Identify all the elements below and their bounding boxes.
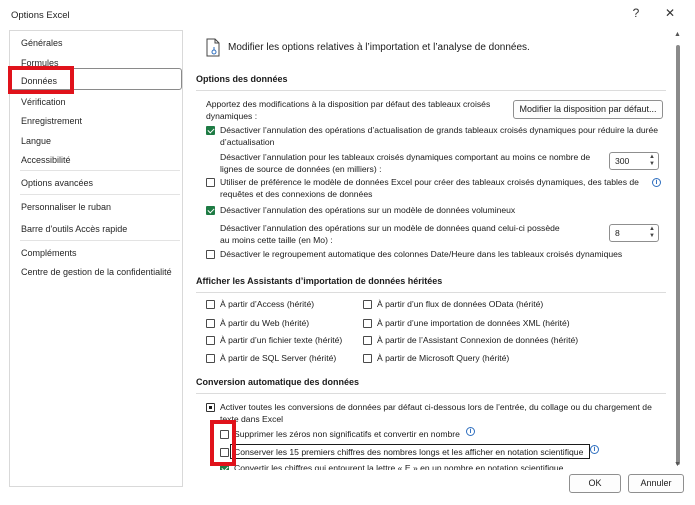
section-title-data-options: Options des données	[196, 74, 288, 84]
sidebar-item-verification[interactable]: Vérification	[21, 97, 66, 107]
disable-auto-grouping-label: Désactiver le regroupement automatique d…	[220, 249, 623, 259]
sidebar-item-personnaliser-ruban[interactable]: Personnaliser le ruban	[21, 202, 111, 212]
legacy-xml-checkbox[interactable]	[363, 319, 372, 328]
sidebar-item-complements[interactable]: Compléments	[21, 248, 77, 258]
scroll-down-icon[interactable]: ▼	[674, 461, 681, 468]
legacy-web-label: À partir du Web (hérité)	[220, 318, 310, 328]
vertical-scrollbar[interactable]: ▲ ▼	[673, 31, 683, 469]
legacy-odata-checkbox[interactable]	[363, 300, 372, 309]
legacy-access-checkbox[interactable]	[206, 300, 215, 309]
ok-button[interactable]: OK	[569, 474, 621, 493]
keep-15-digits-label: Conserver les 15 premiers chiffres des n…	[234, 447, 584, 457]
disable-undo-rows-label: Désactiver l’annulation pour les tableau…	[220, 152, 591, 174]
data-options-icon	[206, 38, 220, 57]
section-title-legacy-wizards: Afficher les Assistants d’importation de…	[196, 276, 443, 286]
sidebar-divider	[20, 194, 180, 195]
sidebar-item-enregistrement[interactable]: Enregistrement	[21, 116, 82, 126]
section-divider	[196, 393, 666, 394]
remove-leading-zeros-label: Supprimer les zéros non significatifs et…	[234, 429, 460, 439]
sidebar-divider	[20, 170, 180, 171]
sidebar-item-accessibilite[interactable]: Accessibilité	[21, 155, 71, 165]
prefer-data-model-checkbox[interactable]	[206, 178, 215, 187]
legacy-odata-label: À partir d’un flux de données OData (hér…	[377, 299, 544, 309]
sidebar-item-generales[interactable]: Générales	[21, 38, 63, 48]
legacy-ms-query-checkbox[interactable]	[363, 354, 372, 363]
legacy-text-label: À partir d’un fichier texte (hérité)	[220, 335, 343, 345]
close-icon[interactable]: ✕	[660, 6, 680, 20]
legacy-ms-query-label: À partir de Microsoft Query (hérité)	[377, 353, 510, 363]
cancel-button[interactable]: Annuler	[628, 474, 684, 493]
sidebar-item-langue[interactable]: Langue	[21, 136, 51, 146]
highlight-box-donnees	[8, 66, 74, 94]
section-divider	[196, 292, 666, 293]
legacy-connection-wizard-checkbox[interactable]	[363, 336, 372, 345]
info-icon[interactable]: i	[590, 445, 599, 454]
enable-all-conversions-label: Activer toutes les conversions de donnée…	[220, 402, 652, 424]
pivot-rows-threshold-spinner[interactable]: 300 ▲ ▼	[609, 152, 659, 170]
scrollbar-thumb[interactable]	[676, 45, 680, 465]
disable-auto-grouping-checkbox[interactable]	[206, 250, 215, 259]
convert-e-notation-label: Convertir les chiffres qui entourent la …	[234, 463, 564, 470]
legacy-web-checkbox[interactable]	[206, 319, 215, 328]
info-icon[interactable]: i	[466, 427, 475, 436]
spinner-arrows-icon[interactable]: ▲ ▼	[649, 226, 655, 240]
prefer-data-model-label: Utiliser de préférence le modèle de donn…	[220, 177, 639, 199]
spinner-arrows-icon[interactable]: ▲ ▼	[649, 154, 655, 168]
info-icon[interactable]: i	[652, 178, 661, 187]
legacy-access-label: À partir d’Access (hérité)	[220, 299, 315, 309]
model-size-threshold-value: 8	[615, 228, 620, 238]
legacy-sql-checkbox[interactable]	[206, 354, 215, 363]
section-title-auto-conversion: Conversion automatique des données	[196, 377, 360, 387]
pivot-rows-threshold-value: 300	[615, 156, 630, 166]
legacy-xml-label: À partir d’une importation de données XM…	[377, 318, 570, 328]
legacy-connection-wizard-label: À partir de l’Assistant Connexion de don…	[377, 335, 579, 345]
window-title: Options Excel	[11, 10, 70, 21]
disable-undo-model-size-label: Désactiver l’annulation des opérations s…	[220, 223, 560, 245]
legacy-text-checkbox[interactable]	[206, 336, 215, 345]
sidebar-item-options-avancees[interactable]: Options avancées	[21, 178, 93, 188]
edit-default-layout-button[interactable]: Modifier la disposition par défaut...	[513, 100, 663, 119]
enable-all-conversions-checkbox[interactable]	[206, 403, 215, 412]
disable-undo-large-pivot-checkbox[interactable]	[206, 126, 215, 135]
sidebar-item-barre-acces-rapide[interactable]: Barre d'outils Accès rapide	[21, 224, 127, 234]
scroll-up-icon[interactable]: ▲	[674, 31, 681, 38]
model-size-threshold-spinner[interactable]: 8 ▲ ▼	[609, 224, 659, 242]
title-bar: Options Excel ? ✕	[0, 0, 695, 30]
section-divider	[196, 90, 666, 91]
help-button[interactable]: ?	[626, 6, 646, 20]
default-layout-label: Apportez des modifications à la disposit…	[206, 99, 491, 121]
legacy-sql-label: À partir de SQL Server (hérité)	[220, 353, 337, 363]
sidebar-item-centre-confidentialite[interactable]: Centre de gestion de la confidentialité	[21, 267, 172, 277]
highlight-box-checkboxes	[210, 420, 236, 466]
disable-undo-model-label: Désactiver l’annulation des opérations s…	[220, 205, 516, 215]
options-content: Modifier les options relatives à l’impor…	[190, 30, 670, 470]
disable-undo-model-checkbox[interactable]	[206, 206, 215, 215]
sidebar-divider	[20, 240, 180, 241]
page-header: Modifier les options relatives à l’impor…	[228, 42, 530, 53]
disable-undo-large-pivot-label: Désactiver l’annulation des opérations d…	[220, 125, 659, 147]
